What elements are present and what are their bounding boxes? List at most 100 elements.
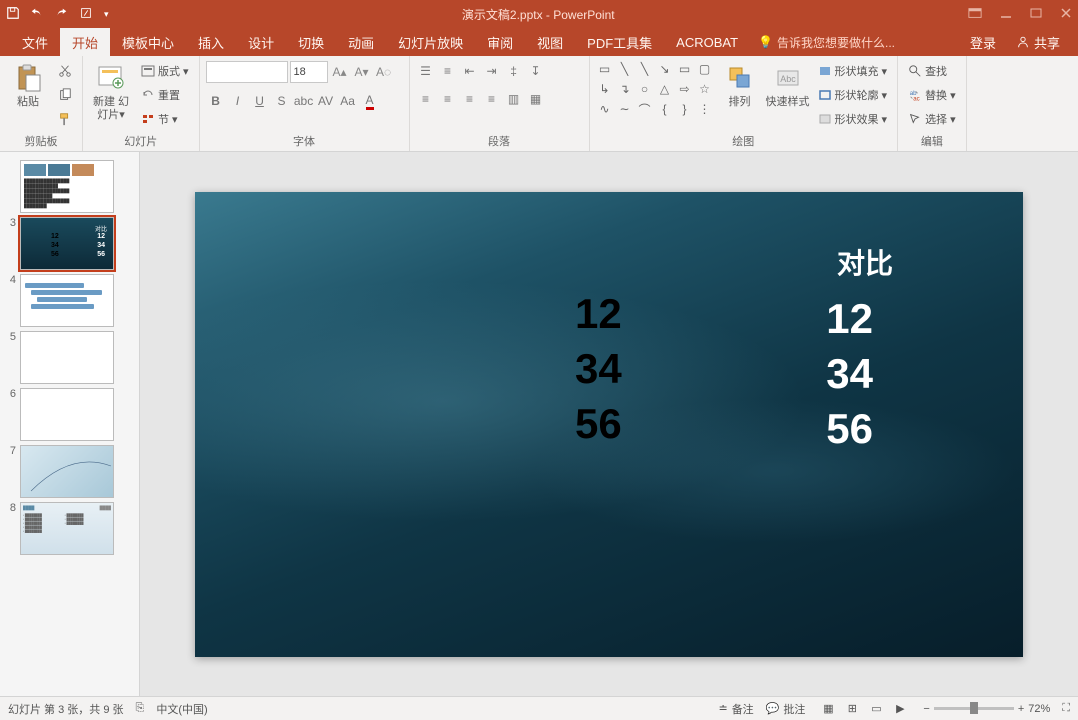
login-button[interactable]: 登录 (958, 28, 1008, 56)
align-center-icon[interactable]: ≡ (438, 89, 458, 109)
text-col1-1[interactable]: 12 (575, 287, 622, 342)
text-col2-3[interactable]: 56 (826, 402, 873, 457)
shape-rect2-icon: ▢ (696, 60, 714, 78)
comments-button[interactable]: 💬 批注 (766, 701, 806, 717)
quick-access-toolbar: ▾ (6, 6, 109, 23)
zoom-level[interactable]: 72% (1028, 703, 1050, 715)
minimize-icon[interactable] (1000, 7, 1012, 22)
thumb-7[interactable]: 7 (0, 443, 139, 500)
reading-view-icon[interactable]: ▭ (865, 699, 887, 719)
fit-window-icon[interactable]: ⛶ (1062, 702, 1070, 715)
tab-slideshow[interactable]: 幻灯片放映 (386, 28, 475, 56)
paste-button[interactable]: 粘贴 (6, 60, 50, 109)
section-button[interactable]: 节▾ (137, 108, 193, 130)
shape-fill-button[interactable]: 形状填充▾ (814, 60, 892, 82)
columns-icon[interactable]: ▥ (504, 89, 524, 109)
copy-button[interactable] (54, 84, 76, 106)
align-left-icon[interactable]: ≡ (416, 89, 436, 109)
cut-button[interactable] (54, 60, 76, 82)
indent-dec-icon[interactable]: ⇤ (460, 61, 480, 81)
spell-check-icon[interactable]: ⎘ (136, 702, 145, 715)
indent-inc-icon[interactable]: ⇥ (482, 61, 502, 81)
slide-count[interactable]: 幻灯片 第 3 张，共 9 张 (8, 701, 124, 717)
maximize-icon[interactable] (1030, 7, 1042, 22)
increase-font-icon[interactable]: A▴ (330, 61, 350, 83)
thumb-8[interactable]: 8████████• ████████• ████████• ████████•… (0, 500, 139, 557)
tab-acrobat[interactable]: ACROBAT (664, 28, 750, 56)
reset-button[interactable]: 重置 (137, 84, 193, 106)
tab-view[interactable]: 视图 (525, 28, 575, 56)
tab-file[interactable]: 文件 (10, 28, 60, 56)
text-col1-3[interactable]: 56 (575, 397, 622, 452)
slideshow-view-icon[interactable]: ▶ (889, 699, 911, 719)
layout-button[interactable]: 版式▾ (137, 60, 193, 82)
current-slide[interactable]: 对比 12 34 56 12 34 56 (195, 192, 1023, 657)
case-icon[interactable]: Aa (338, 91, 358, 111)
tell-me-search[interactable]: 💡告诉我您想要做什么... (750, 34, 903, 51)
close-icon[interactable] (1060, 7, 1072, 22)
sorter-view-icon[interactable]: ⊞ (841, 699, 863, 719)
text-direction-icon[interactable]: ↧ (526, 61, 546, 81)
ribbon-options-icon[interactable] (968, 7, 982, 22)
smartart-icon[interactable]: ▦ (526, 89, 546, 109)
font-color-icon[interactable]: A (360, 91, 380, 111)
new-slide-button[interactable]: 新建 幻灯片▾ (89, 60, 133, 122)
line-spacing-icon[interactable]: ‡ (504, 61, 524, 81)
shape-arrow-line-icon: ↘ (656, 60, 674, 78)
touch-mode-icon[interactable] (78, 6, 94, 23)
font-family-select[interactable] (206, 61, 288, 83)
select-button[interactable]: 选择▾ (904, 108, 960, 130)
numbering-icon[interactable]: ≡ (438, 61, 458, 81)
bullets-icon[interactable]: ☰ (416, 61, 436, 81)
bold-icon[interactable]: B (206, 91, 226, 111)
thumb-5[interactable]: 5 (0, 329, 139, 386)
thumb-4[interactable]: 4 (0, 272, 139, 329)
slide-title[interactable]: 对比 (837, 242, 893, 282)
tab-home[interactable]: 开始 (60, 28, 110, 56)
shape-outline-button[interactable]: 形状轮廓▾ (814, 84, 892, 106)
thumbnail-panel[interactable]: ████████████████████████████████████████… (0, 152, 140, 696)
replace-button[interactable]: abac替换▾ (904, 84, 960, 106)
text-col2-2[interactable]: 34 (826, 347, 873, 402)
find-button[interactable]: 查找 (904, 60, 960, 82)
slide-editor[interactable]: 对比 12 34 56 12 34 56 (140, 152, 1078, 696)
tab-insert[interactable]: 插入 (186, 28, 236, 56)
italic-icon[interactable]: I (228, 91, 248, 111)
zoom-out-icon[interactable]: − (923, 703, 929, 715)
font-size-select[interactable]: 18 (290, 61, 328, 83)
arrange-button[interactable]: 排列 (718, 60, 762, 109)
format-painter-button[interactable] (54, 108, 76, 130)
text-col2-1[interactable]: 12 (826, 292, 873, 347)
redo-icon[interactable] (54, 6, 68, 23)
text-col1-2[interactable]: 34 (575, 342, 622, 397)
spacing-icon[interactable]: AV (316, 91, 336, 111)
shape-effects-button[interactable]: 形状效果▾ (814, 108, 892, 130)
zoom-in-icon[interactable]: + (1018, 703, 1024, 715)
tab-animation[interactable]: 动画 (336, 28, 386, 56)
justify-icon[interactable]: ≡ (482, 89, 502, 109)
thumb-3[interactable]: 3对比123456123456 (0, 215, 139, 272)
thumb-6[interactable]: 6 (0, 386, 139, 443)
shapes-gallery[interactable]: ▭╲╲↘▭▢ ↳↴○△⇨☆ ∿∼⌒{}⋮ (596, 60, 714, 118)
normal-view-icon[interactable]: ▦ (817, 699, 839, 719)
tab-template[interactable]: 模板中心 (110, 28, 186, 56)
clear-format-icon[interactable]: A◌ (374, 61, 394, 83)
tab-design[interactable]: 设计 (236, 28, 286, 56)
share-button[interactable]: 共享 (1008, 33, 1068, 52)
zoom-slider[interactable] (934, 707, 1014, 710)
notes-button[interactable]: ≐ 备注 (718, 701, 753, 717)
save-icon[interactable] (6, 6, 20, 23)
align-right-icon[interactable]: ≡ (460, 89, 480, 109)
tab-pdf[interactable]: PDF工具集 (575, 28, 664, 56)
underline-icon[interactable]: U (250, 91, 270, 111)
decrease-font-icon[interactable]: A▾ (352, 61, 372, 83)
tab-review[interactable]: 审阅 (475, 28, 525, 56)
language-status[interactable]: 中文(中国) (156, 701, 207, 717)
quickstyle-button[interactable]: Abc 快速样式 (766, 60, 810, 109)
shadow-icon[interactable]: abc (294, 91, 314, 111)
menu-bar: 文件 开始 模板中心 插入 设计 切换 动画 幻灯片放映 审阅 视图 PDF工具… (0, 28, 1078, 56)
undo-icon[interactable] (30, 6, 44, 23)
tab-transition[interactable]: 切换 (286, 28, 336, 56)
thumb-2[interactable]: ████████████████████████████████████████… (0, 158, 139, 215)
strike-icon[interactable]: S (272, 91, 292, 111)
